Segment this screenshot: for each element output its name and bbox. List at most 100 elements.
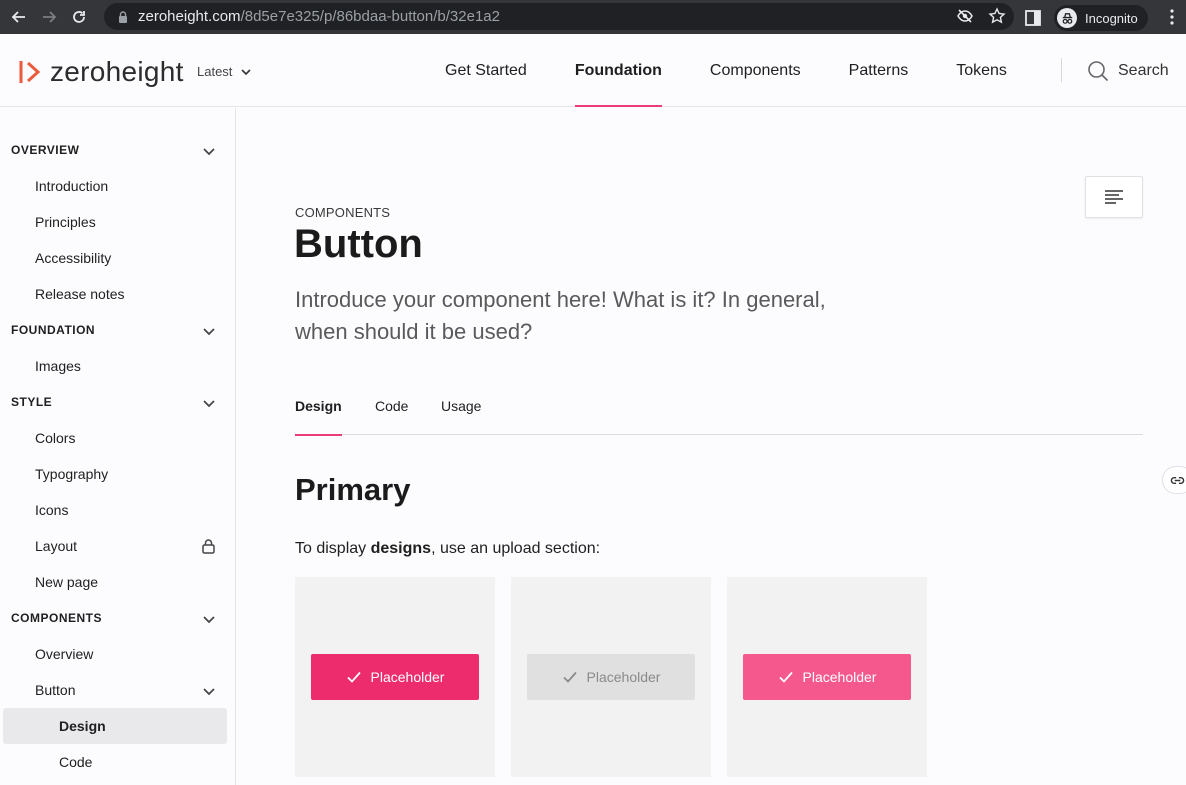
arrow-right-icon	[43, 11, 57, 23]
check-icon	[778, 671, 793, 683]
chevron-down-icon	[203, 400, 215, 408]
side-panel-icon[interactable]	[1024, 9, 1042, 27]
sidebar-item-release-notes[interactable]: Release notes	[0, 276, 235, 312]
link-icon	[1170, 476, 1185, 484]
sidebar-nav: OVERVIEW Introduction Principles Accessi…	[0, 108, 236, 785]
sidebar-item-accessibility[interactable]: Accessibility	[0, 240, 235, 276]
chevron-down-icon	[203, 616, 215, 624]
sidebar-item-button[interactable]: Button	[0, 672, 235, 708]
sidebar-item-label: Design	[59, 718, 106, 734]
sidebar-heading: STYLE	[11, 395, 53, 409]
sidebar-item-introduction[interactable]: Introduction	[0, 168, 235, 204]
browser-toolbar: zeroheight.com/8d5e7e325/p/86bdaa-button…	[0, 0, 1186, 34]
chevron-down-icon	[203, 148, 215, 156]
sidebar-item-label: Colors	[35, 430, 76, 446]
sidebar-item-label: Images	[35, 358, 81, 374]
nav-foundation[interactable]: Foundation	[551, 34, 686, 107]
forward-button[interactable]	[36, 4, 62, 30]
sidebar-item-label: Introduction	[35, 178, 109, 194]
table-of-contents-button[interactable]	[1085, 176, 1143, 218]
button-label: Placeholder	[586, 669, 661, 685]
placeholder-button-disabled: Placeholder	[527, 654, 695, 700]
incognito-icon	[1057, 8, 1077, 28]
address-bar[interactable]: zeroheight.com/8d5e7e325/p/86bdaa-button…	[104, 3, 1014, 30]
main-nav: Get Started Foundation Components Patter…	[421, 34, 1031, 107]
nav-divider	[1061, 58, 1062, 82]
sidebar-section-components[interactable]: COMPONENTS	[0, 600, 235, 636]
sidebar-heading: COMPONENTS	[11, 611, 103, 625]
placeholder-button-hover[interactable]: Placeholder	[743, 654, 911, 700]
zeroheight-logo-icon	[19, 61, 41, 83]
nav-patterns[interactable]: Patterns	[825, 34, 933, 107]
profile-button[interactable]: Incognito	[1054, 5, 1148, 31]
placeholder-button-default[interactable]: Placeholder	[311, 654, 479, 700]
section-heading: Primary	[295, 472, 411, 507]
reload-button[interactable]	[66, 4, 92, 30]
site-header: zeroheight Latest Get Started Foundation…	[0, 34, 1186, 107]
sidebar-item-label: Layout	[35, 538, 78, 554]
chevron-down-icon	[203, 688, 215, 696]
page-title: Button	[294, 222, 423, 266]
sidebar-item-images[interactable]: Images	[0, 348, 235, 384]
logo-text: zeroheight	[50, 56, 184, 87]
more-vert-icon[interactable]	[1166, 8, 1178, 26]
search-label: Search	[1118, 62, 1169, 79]
button-label: Placeholder	[802, 669, 877, 685]
eye-off-icon[interactable]	[956, 7, 974, 25]
copy-link-button[interactable]	[1162, 466, 1186, 494]
reload-icon	[73, 11, 85, 23]
nav-tokens[interactable]: Tokens	[932, 34, 1031, 107]
sidebar-item-overview[interactable]: Overview	[0, 636, 235, 672]
search-icon	[1088, 61, 1109, 82]
sidebar-item-label: Release notes	[35, 286, 125, 302]
url-path: /8d5e7e325/p/86bdaa-button/b/32e1a2	[240, 8, 500, 25]
sidebar-section-overview[interactable]: OVERVIEW	[0, 132, 235, 168]
chevron-down-icon	[241, 68, 251, 75]
star-icon[interactable]	[988, 7, 1006, 25]
sidebar-item-layout[interactable]: Layout	[0, 528, 235, 564]
sidebar-subitem-code[interactable]: Code	[0, 744, 235, 780]
page-category: COMPONENTS	[295, 205, 391, 220]
sidebar-item-label: New page	[35, 574, 99, 590]
browser-right-controls: Incognito	[1024, 5, 1148, 31]
profile-label: Incognito	[1085, 10, 1138, 26]
back-button[interactable]	[6, 4, 32, 30]
section-description: To display designs, use an upload sectio…	[295, 540, 600, 558]
tab-design[interactable]: Design	[295, 398, 342, 436]
sidebar-item-typography[interactable]: Typography	[0, 456, 235, 492]
version-selector[interactable]: Latest	[197, 64, 252, 79]
button-label: Placeholder	[370, 669, 445, 685]
tab-code[interactable]: Code	[375, 398, 408, 435]
sidebar-item-label: Icons	[35, 502, 69, 518]
version-label: Latest	[197, 64, 233, 79]
sidebar-subitem-design[interactable]: Design	[3, 708, 227, 744]
logo[interactable]: zeroheight	[18, 56, 184, 88]
nav-components[interactable]: Components	[686, 34, 825, 107]
upload-card-disabled: Placeholder	[511, 577, 711, 777]
check-icon	[562, 671, 577, 683]
sidebar-item-label: Overview	[35, 646, 94, 662]
nav-get-started[interactable]: Get Started	[421, 34, 551, 107]
para-text: , use an upload section:	[431, 540, 601, 557]
sidebar-item-label: Button	[35, 682, 76, 698]
sidebar-section-style[interactable]: STYLE	[0, 384, 235, 420]
lock-icon	[202, 539, 215, 554]
sidebar-item-label: Code	[59, 754, 93, 770]
sidebar-heading: FOUNDATION	[11, 323, 96, 337]
text-align-left-icon	[1105, 190, 1123, 204]
tab-usage[interactable]: Usage	[441, 398, 481, 435]
content-tabs: Design Code Usage	[295, 388, 1143, 436]
chevron-down-icon	[203, 328, 215, 336]
sidebar-section-foundation[interactable]: FOUNDATION	[0, 312, 235, 348]
sidebar-item-label: Principles	[35, 214, 96, 230]
arrow-left-icon	[11, 11, 25, 23]
sidebar-item-principles[interactable]: Principles	[0, 204, 235, 240]
sidebar-item-colors[interactable]: Colors	[0, 420, 235, 456]
sidebar-item-icons[interactable]: Icons	[0, 492, 235, 528]
check-icon	[346, 671, 361, 683]
sidebar-item-new-page[interactable]: New page	[0, 564, 235, 600]
para-text: To display	[295, 540, 371, 557]
search-button[interactable]: Search	[1087, 60, 1169, 82]
url-host: zeroheight.com	[138, 8, 241, 25]
upload-card-hover: Placeholder	[727, 577, 927, 777]
